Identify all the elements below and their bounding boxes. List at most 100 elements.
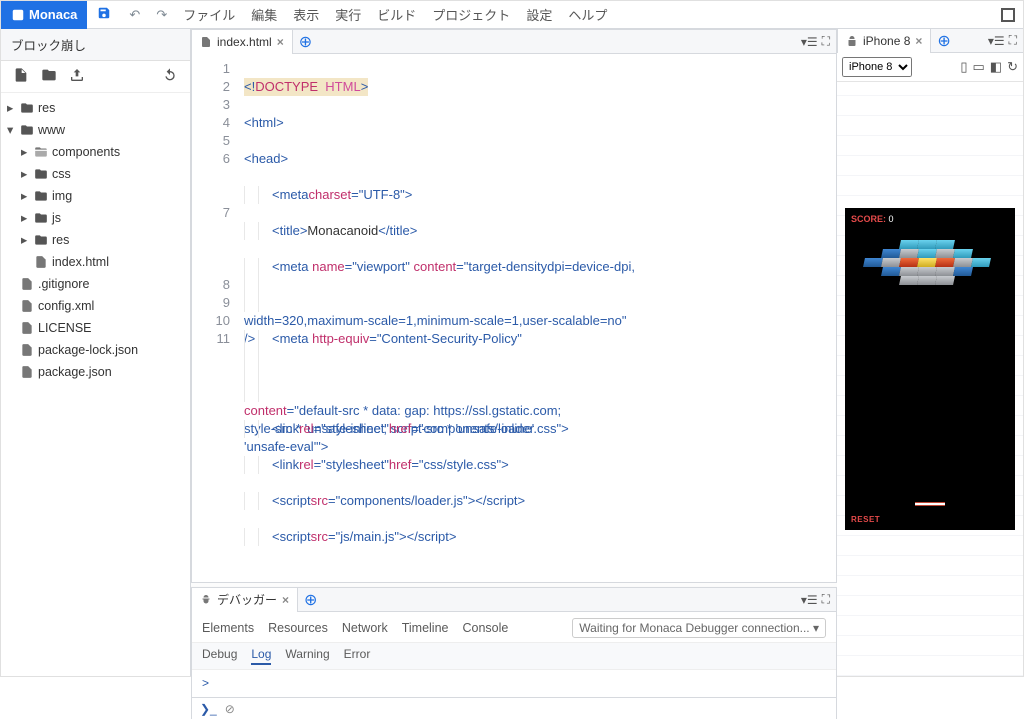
tab-close-icon[interactable]: × <box>915 34 922 48</box>
score-value: 0 <box>889 214 894 224</box>
tree-label: LICENSE <box>38 318 92 338</box>
subtab-log[interactable]: Log <box>251 647 271 665</box>
tree-label: components <box>52 142 120 162</box>
editor-tabbar: index.html × ⊕ ▾☰ ⛶ <box>192 30 836 54</box>
preview-phone[interactable]: SCORE: 0 <box>845 208 1015 530</box>
new-tab-icon[interactable]: ⊕ <box>931 31 956 51</box>
sidebar-toolbar <box>1 61 190 93</box>
upload-icon[interactable] <box>69 67 85 86</box>
menu-build[interactable]: ビルド <box>369 5 424 24</box>
tab-debugger[interactable]: デバッガー × <box>192 588 298 612</box>
sidebar: ブロック崩し ▸res ▾www ▸components ▸css ▸img ▸… <box>1 29 191 676</box>
tree-file-pkg-lock[interactable]: package-lock.json <box>7 339 190 361</box>
tree-label: package.json <box>38 362 112 382</box>
menu-view[interactable]: 表示 <box>285 5 327 24</box>
tree-folder-res[interactable]: ▸res <box>7 97 190 119</box>
brand-name: Monaca <box>29 7 77 22</box>
tree-file-configxml[interactable]: config.xml <box>7 295 190 317</box>
device-select[interactable]: iPhone 8 <box>842 57 912 77</box>
subtab-debug[interactable]: Debug <box>202 647 237 665</box>
menu-run[interactable]: 実行 <box>327 5 369 24</box>
tree-file-indexhtml[interactable]: index.html <box>7 251 190 273</box>
save-icon[interactable] <box>87 6 121 23</box>
new-tab-icon[interactable]: ⊕ <box>298 590 323 610</box>
console-clear-icon[interactable]: ⊘ <box>225 702 235 716</box>
device-reload-icon[interactable]: ↻ <box>1007 59 1018 75</box>
subtab-warning[interactable]: Warning <box>285 647 329 665</box>
panel-max-icon[interactable]: ⛶ <box>822 592 830 607</box>
redo-icon[interactable]: ↷ <box>148 7 175 23</box>
tree-file-license[interactable]: LICENSE <box>7 317 190 339</box>
score-label: SCORE: <box>851 214 886 224</box>
tree-folder-components[interactable]: ▸components <box>7 141 190 163</box>
device-portrait-icon[interactable]: ▯ <box>960 59 967 75</box>
new-file-icon[interactable] <box>13 67 29 86</box>
brand-logo[interactable]: Monaca <box>1 1 87 29</box>
tree-folder-js[interactable]: ▸js <box>7 207 190 229</box>
tree-file-gitignore[interactable]: .gitignore <box>7 273 190 295</box>
menu-project[interactable]: プロジェクト <box>424 5 518 24</box>
tab-indexhtml[interactable]: index.html × <box>192 30 293 54</box>
panel-max-icon[interactable]: ⛶ <box>822 34 830 49</box>
game-reset-button[interactable]: RESET <box>851 515 880 524</box>
line-gutter: 1 2 3 4 5 6 7 8 9 10 11 <box>192 54 240 582</box>
tab-resources[interactable]: Resources <box>268 621 328 635</box>
console-prompt: > <box>202 676 209 690</box>
tree-label: www <box>38 120 65 140</box>
tree-file-pkg[interactable]: package.json <box>7 361 190 383</box>
preview-panel: iPhone 8 × ⊕ ▾☰ ⛶ iPhone 8 ▯ ▭ ◧ ↻ <box>837 29 1023 676</box>
tree-label: css <box>52 164 71 184</box>
layout-toggle-icon[interactable] <box>1001 8 1015 22</box>
tree-label: res <box>38 98 55 118</box>
console-input-icon[interactable]: ❯_ <box>200 702 217 716</box>
editor-panel: index.html × ⊕ ▾☰ ⛶ 1 2 3 4 <box>191 29 837 583</box>
tab-elements[interactable]: Elements <box>202 621 254 635</box>
debugger-panel: デバッガー × ⊕ ▾☰ ⛶ Elements Resources Networ… <box>191 587 837 719</box>
tree-label: img <box>52 186 72 206</box>
debugger-tabbar: デバッガー × ⊕ ▾☰ ⛶ <box>192 588 836 612</box>
tab-label: デバッガー <box>217 591 277 608</box>
debugger-status[interactable]: Waiting for Monaca Debugger connection..… <box>572 618 826 638</box>
panel-min-icon[interactable]: ▾☰ <box>801 593 818 607</box>
menu-settings[interactable]: 設定 <box>518 5 560 24</box>
panel-max-icon[interactable]: ⛶ <box>1009 33 1017 48</box>
new-folder-icon[interactable] <box>41 67 57 86</box>
new-tab-icon[interactable]: ⊕ <box>293 32 318 52</box>
tab-close-icon[interactable]: × <box>282 593 289 607</box>
undo-icon[interactable]: ↶ <box>121 7 148 23</box>
tree-folder-css[interactable]: ▸css <box>7 163 190 185</box>
tree-folder-img[interactable]: ▸img <box>7 185 190 207</box>
code-body[interactable]: <!DOCTYPE HTML> <html> <head> <meta char… <box>240 54 836 582</box>
panel-min-icon[interactable]: ▾☰ <box>988 34 1005 48</box>
project-title: ブロック崩し <box>1 29 190 61</box>
panel-min-icon[interactable]: ▾☰ <box>801 35 818 49</box>
tree-folder-www[interactable]: ▾www <box>7 119 190 141</box>
tab-timeline[interactable]: Timeline <box>402 621 449 635</box>
device-landscape-icon[interactable]: ▭ <box>973 59 985 75</box>
tab-preview-device[interactable]: iPhone 8 × <box>838 29 931 53</box>
tree-label: js <box>52 208 61 228</box>
tree-folder-res2[interactable]: ▸res <box>7 229 190 251</box>
menu-help[interactable]: ヘルプ <box>560 5 615 24</box>
subtab-error[interactable]: Error <box>344 647 371 665</box>
menu-edit[interactable]: 編集 <box>243 5 285 24</box>
tab-label: index.html <box>217 35 272 49</box>
tree-label: res <box>52 230 69 250</box>
preview-toolbar: iPhone 8 ▯ ▭ ◧ ↻ <box>837 53 1023 82</box>
menu-file[interactable]: ファイル <box>175 5 243 24</box>
debugger-tabs: Elements Resources Network Timeline Cons… <box>192 612 836 643</box>
tab-network[interactable]: Network <box>342 621 388 635</box>
tree-label: config.xml <box>38 296 94 316</box>
console-output[interactable]: > <box>192 670 836 697</box>
tree-label: package-lock.json <box>38 340 138 360</box>
preview-device-label: iPhone 8 <box>863 34 910 48</box>
game-paddle <box>915 502 945 506</box>
device-settings-icon[interactable]: ◧ <box>990 59 1002 75</box>
tab-close-icon[interactable]: × <box>277 35 284 49</box>
code-editor[interactable]: 1 2 3 4 5 6 7 8 9 10 11 <!DOCTYPE HTML> … <box>192 54 836 582</box>
preview-tabbar: iPhone 8 × ⊕ ▾☰ ⛶ <box>837 29 1023 53</box>
tab-console[interactable]: Console <box>462 621 508 635</box>
refresh-icon[interactable] <box>162 67 178 86</box>
debugger-subtabs: Debug Log Warning Error <box>192 643 836 670</box>
menubar: Monaca ↶ ↷ ファイル 編集 表示 実行 ビルド プロジェクト 設定 ヘ… <box>1 1 1023 29</box>
